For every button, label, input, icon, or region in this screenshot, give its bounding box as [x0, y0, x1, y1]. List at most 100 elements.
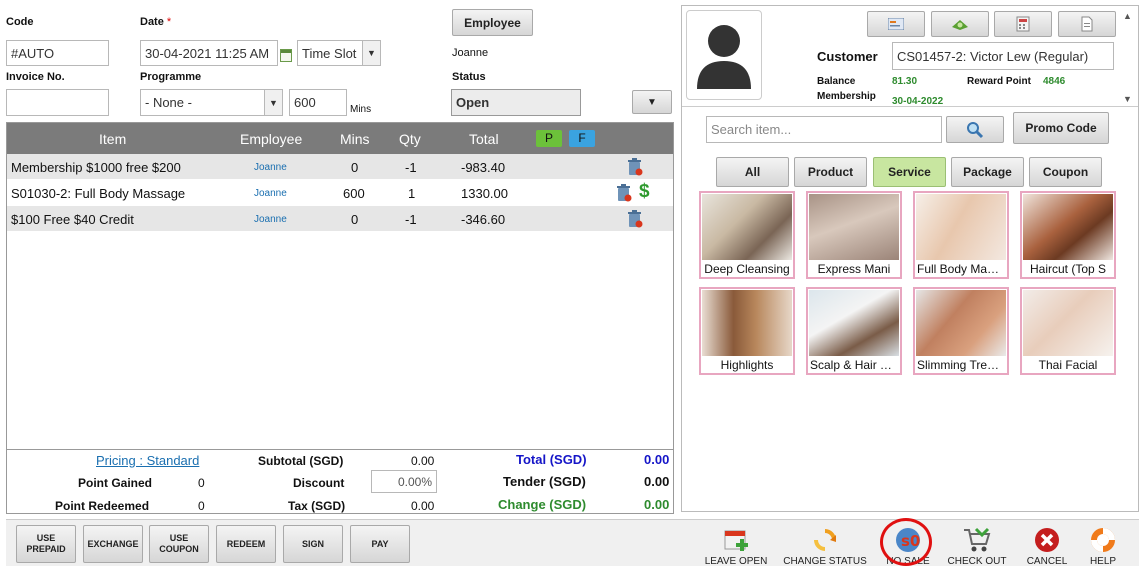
- redeem-button[interactable]: REDEEM: [216, 525, 276, 563]
- status-field[interactable]: Open: [451, 89, 581, 116]
- programme-label: Programme: [140, 71, 202, 83]
- chevron-down-icon: ▼: [264, 90, 282, 115]
- table-header: Item Employee Mins Qty Total P F: [7, 123, 673, 154]
- trash-icon[interactable]: [627, 210, 643, 231]
- promo-code-button[interactable]: Promo Code: [1013, 112, 1109, 144]
- service-name: Thai Facial: [1038, 358, 1098, 372]
- change-label: Change (SGD): [498, 497, 587, 512]
- service-tile[interactable]: Thai Facial: [1020, 287, 1116, 375]
- point-gained-label: Point Gained: [78, 476, 153, 490]
- highlights-image: [702, 290, 792, 356]
- money-icon[interactable]: [931, 11, 989, 37]
- tab-package[interactable]: Package: [951, 157, 1024, 187]
- invoice-input[interactable]: [6, 89, 109, 116]
- row-qty: -1: [405, 160, 417, 175]
- dollar-icon[interactable]: $: [639, 181, 650, 203]
- date-input[interactable]: 30-04-2021 11:25 AM: [140, 40, 278, 66]
- divider: [682, 106, 1138, 107]
- row-employee[interactable]: Joanne: [254, 214, 287, 225]
- calculator-icon[interactable]: [994, 11, 1052, 37]
- scroll-down-icon[interactable]: ▼: [1123, 94, 1132, 104]
- tab-all[interactable]: All: [716, 157, 789, 187]
- programme-select[interactable]: - None - ▼: [140, 89, 283, 116]
- discount-input[interactable]: 0.00%: [371, 470, 437, 493]
- employee-button[interactable]: Employee: [452, 9, 533, 36]
- haircut-image: [1023, 194, 1113, 260]
- header-employee: Employee: [240, 131, 303, 147]
- service-tile[interactable]: Haircut (Top S: [1020, 191, 1116, 279]
- service-name: Slimming Treatment: [917, 358, 1007, 372]
- point-gained-value: 0: [198, 476, 205, 490]
- service-tile[interactable]: Full Body Massage: [913, 191, 1009, 279]
- help-button[interactable]: HELP: [1082, 526, 1124, 567]
- button-label: COUPON: [159, 544, 199, 554]
- calendar-icon[interactable]: [280, 49, 292, 62]
- check-out-button[interactable]: CHECK OUT: [946, 526, 1008, 567]
- scroll-up-icon[interactable]: ▲: [1123, 11, 1132, 21]
- mins-input[interactable]: 600: [289, 89, 347, 116]
- use-coupon-button[interactable]: USE COUPON: [149, 525, 209, 563]
- date-label: Date *: [140, 16, 172, 28]
- row-item: Membership $1000 free $200: [11, 160, 181, 175]
- action-label: HELP: [1089, 556, 1117, 567]
- exchange-button[interactable]: EXCHANGE: [83, 525, 143, 563]
- service-name: Scalp & Hair Treatment: [810, 358, 900, 372]
- timeslot-select[interactable]: Time Slot ▼: [297, 40, 381, 66]
- reward-label: Reward Point: [967, 76, 1031, 87]
- avatar[interactable]: [686, 10, 762, 100]
- tender-label: Tender (SGD): [503, 474, 586, 489]
- tab-product[interactable]: Product: [794, 157, 867, 187]
- code-input[interactable]: #AUTO: [6, 40, 109, 66]
- row-item: $100 Free $40 Credit: [11, 212, 134, 227]
- pay-button[interactable]: PAY: [350, 525, 410, 563]
- service-tile[interactable]: Express Mani: [806, 191, 902, 279]
- table-row[interactable]: $100 Free $40 Credit Joanne 0 -1 -346.60: [7, 206, 673, 232]
- totals-section: Pricing : Standard Subtotal (SGD) 0.00 T…: [7, 449, 673, 515]
- badge-f[interactable]: F: [569, 130, 595, 147]
- row-total: -346.60: [461, 212, 506, 227]
- no-sale-icon: s0: [891, 526, 925, 554]
- tab-coupon[interactable]: Coupon: [1029, 157, 1102, 187]
- action-label: LEAVE OPEN: [704, 556, 768, 567]
- code-label: Code: [6, 16, 34, 28]
- cancel-button[interactable]: CANCEL: [1022, 526, 1072, 567]
- service-name: Deep Cleansing: [704, 262, 790, 276]
- balance-label: Balance: [817, 76, 856, 87]
- action-label: CANCEL: [1026, 556, 1068, 567]
- bottom-toolbar: USE PREPAID EXCHANGE USE COUPON REDEEM S…: [6, 518, 1139, 567]
- leave-open-button[interactable]: LEAVE OPEN: [704, 526, 768, 567]
- button-label: PREPAID: [26, 544, 66, 554]
- trash-icon[interactable]: [627, 158, 643, 179]
- change-status-button[interactable]: CHANGE STATUS: [780, 526, 870, 567]
- service-tile[interactable]: Deep Cleansing: [699, 191, 795, 279]
- pricing-link[interactable]: Pricing : Standard: [96, 453, 199, 468]
- use-prepaid-button[interactable]: USE PREPAID: [16, 525, 76, 563]
- right-panel: Customer CS01457-2: Victor Lew (Regular)…: [681, 5, 1139, 512]
- document-icon[interactable]: [1058, 11, 1116, 37]
- sign-button[interactable]: SIGN: [283, 525, 343, 563]
- search-icon: [967, 121, 984, 138]
- tab-service[interactable]: Service: [873, 157, 946, 187]
- table-row[interactable]: S01030-2: Full Body Massage Joanne 600 1…: [7, 180, 673, 206]
- tax-label: Tax (SGD): [288, 499, 346, 513]
- status-dropdown-button[interactable]: ▼: [632, 90, 672, 114]
- service-tile[interactable]: Scalp & Hair Treatment: [806, 287, 902, 375]
- trash-icon[interactable]: [616, 184, 632, 205]
- row-employee[interactable]: Joanne: [254, 162, 287, 173]
- employee-name: Joanne: [452, 47, 489, 59]
- service-tile[interactable]: Highlights: [699, 287, 795, 375]
- row-employee[interactable]: Joanne: [254, 188, 287, 199]
- search-input[interactable]: Search item...: [706, 116, 942, 143]
- customer-input[interactable]: CS01457-2: Victor Lew (Regular): [892, 42, 1114, 70]
- table-row[interactable]: Membership $1000 free $200 Joanne 0 -1 -…: [7, 154, 673, 180]
- id-card-icon[interactable]: [867, 11, 925, 37]
- badge-p[interactable]: P: [536, 130, 562, 147]
- row-total: -983.40: [461, 160, 506, 175]
- service-tile[interactable]: Slimming Treatment: [913, 287, 1009, 375]
- caret-down-icon: ▼: [647, 96, 657, 108]
- search-button[interactable]: [946, 116, 1004, 143]
- subtotal-value: 0.00: [411, 454, 435, 468]
- header-item: Item: [99, 131, 127, 147]
- no-sale-button[interactable]: s0 NO SALE: [882, 526, 934, 567]
- total-label: Total (SGD): [516, 452, 587, 467]
